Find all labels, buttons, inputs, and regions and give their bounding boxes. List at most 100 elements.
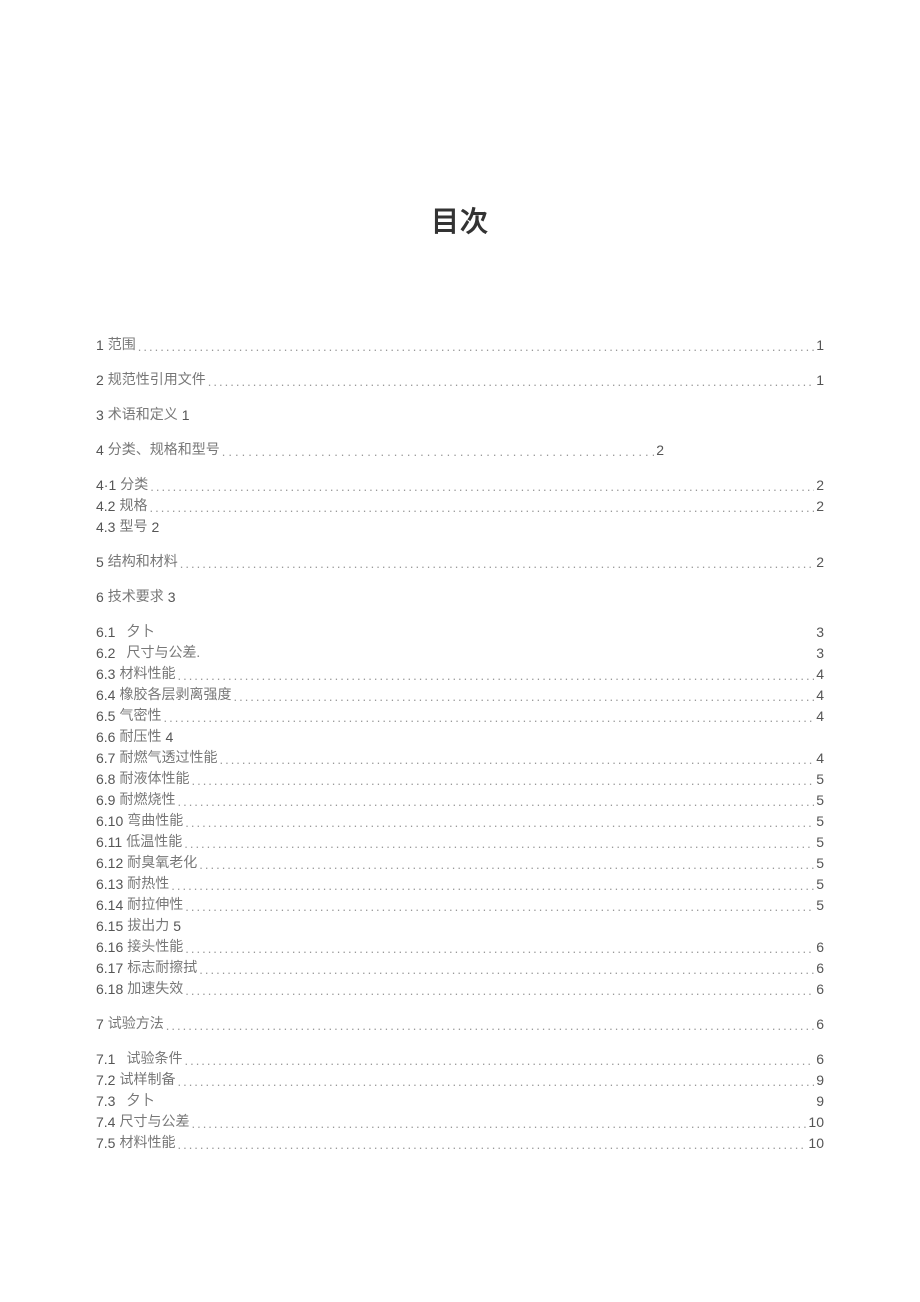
- toc-entry: 6.14耐拉伸性5: [96, 895, 824, 916]
- table-of-contents: 1 范围 1 2规范性引用文件1 3术语和定义1 4分类、规格和型号2 4·1分类24.2规…: [96, 335, 824, 1154]
- toc-leader-dots: [150, 478, 814, 496]
- toc-leader-dots: [177, 1073, 814, 1091]
- page-title: 目次: [96, 200, 824, 240]
- toc-entry-label: 尺寸与公差.: [126, 644, 200, 664]
- toc-entry-label: 低温性能: [126, 833, 182, 853]
- toc-entry-page: 5: [816, 770, 824, 790]
- toc-leader-dots: [177, 793, 814, 811]
- toc-entry: 6.9耐燃烧性5: [96, 790, 824, 811]
- toc-entry-page: 6: [816, 938, 824, 958]
- toc-entry-number: 6.13: [96, 875, 123, 895]
- toc-entry-page: 4: [816, 707, 824, 727]
- toc-entry-label: 接头性能: [127, 938, 183, 958]
- toc-entry: 3术语和定义1: [96, 405, 824, 426]
- toc-leader-dots: [166, 1017, 814, 1035]
- toc-entry-label: 型号: [119, 518, 147, 538]
- toc-entry: 6.18加速失效6: [96, 979, 824, 1000]
- toc-entry: 6.11低温性能 5: [96, 832, 824, 853]
- toc-entry-label: 技术要求: [108, 588, 164, 608]
- toc-entry-number: 6.5: [96, 707, 115, 727]
- toc-entry-page: 9: [816, 1071, 824, 1091]
- toc-entry-page: 1: [816, 336, 824, 356]
- toc-leader-dots: [185, 898, 814, 916]
- toc-entry-page: 4: [816, 749, 824, 769]
- toc-entry-number: 6.7: [96, 749, 115, 769]
- toc-entry-label: 尺寸与公差: [119, 1113, 189, 1133]
- toc-entry-page: 2: [656, 441, 664, 461]
- toc-entry-number: 7.1: [96, 1050, 115, 1070]
- toc-entry: 4.2规格2: [96, 496, 824, 517]
- toc-entry-page: 5: [816, 875, 824, 895]
- toc-leader-dots: [191, 1115, 806, 1133]
- toc-entry-number: 6.1: [96, 623, 115, 643]
- toc-entry: 7.2试样制备 9: [96, 1070, 824, 1091]
- toc-entry: 6.4橡胶各层剥离强度4: [96, 685, 824, 706]
- toc-entry-label: 标志耐擦拭: [127, 959, 197, 979]
- toc-entry-page: 1: [182, 406, 190, 426]
- toc-entry: 6.15拔出力5: [96, 916, 824, 937]
- toc-entry-page: 2: [151, 518, 159, 538]
- toc-entry-label: 试样制备: [119, 1071, 175, 1091]
- toc-entry: 4·1分类2: [96, 475, 824, 496]
- toc-leader-dots: [222, 443, 654, 461]
- toc-entry-label: 拔出力: [127, 917, 169, 937]
- toc-entry-label: 材料性能: [119, 665, 175, 685]
- toc-entry-label: 试验方法: [108, 1015, 164, 1035]
- toc-leader-dots: [163, 709, 814, 727]
- toc-entry-label: 试验条件: [126, 1050, 182, 1070]
- toc-entry-page: 4: [165, 728, 173, 748]
- toc-entry-label: 材料性能: [119, 1134, 175, 1154]
- toc-leader-dots: [149, 499, 814, 517]
- toc-entry: 6.2 尺寸与公差.3: [96, 643, 824, 664]
- toc-entry-number: 7.2: [96, 1071, 115, 1091]
- toc-leader-dots: [171, 877, 814, 895]
- toc-entry-number: 6.14: [96, 896, 123, 916]
- toc-entry-page: 6: [816, 1050, 824, 1070]
- toc-entry-page: 4: [816, 686, 824, 706]
- toc-entry-number: 7: [96, 1015, 104, 1035]
- toc-entry-label: 耐压性: [119, 728, 161, 748]
- toc-entry: 7.1 试验条件 6: [96, 1049, 824, 1070]
- toc-entry-page: 6: [816, 959, 824, 979]
- toc-entry: 4.3型号2: [96, 517, 824, 538]
- toc-leader-dots: [184, 1052, 814, 1070]
- toc-entry-page: 6: [816, 1015, 824, 1035]
- toc-entry: 7.5材料性能 10: [96, 1133, 824, 1154]
- toc-entry-number: 7.4: [96, 1113, 115, 1133]
- toc-entry-page: 9: [816, 1092, 824, 1112]
- toc-entry-label: 耐臭氧老化: [127, 854, 197, 874]
- toc-entry-page: 4: [816, 665, 824, 685]
- toc-entry-number: 6: [96, 588, 104, 608]
- toc-entry-number: 7.5: [96, 1134, 115, 1154]
- toc-entry-label: 范围: [108, 336, 136, 356]
- toc-entry-number: 6.4: [96, 686, 115, 706]
- toc-entry-page: 5: [816, 791, 824, 811]
- toc-entry-label: 加速失效: [127, 980, 183, 1000]
- toc-entry-number: 4·1: [96, 476, 116, 496]
- toc-entry: 2规范性引用文件1: [96, 370, 824, 391]
- toc-entry: 6.1 夕卜3: [96, 622, 824, 643]
- toc-entry-label: 耐液体性能: [119, 770, 189, 790]
- toc-entry: 6.6耐压性4: [96, 727, 824, 748]
- toc-entry-label: 耐拉伸性: [127, 896, 183, 916]
- toc-entry-page: 10: [808, 1134, 824, 1154]
- toc-leader-dots: [185, 982, 814, 1000]
- toc-entry-page: 5: [816, 812, 824, 832]
- toc-entry-number: 6.11: [96, 833, 122, 853]
- document-page: 目次 1范围12规范性引用文件13术语和定义14分类、规格和型号24·1分类24…: [0, 0, 920, 1302]
- toc-entry: 6.8耐液体性能5: [96, 769, 824, 790]
- toc-entry-number: 6.15: [96, 917, 123, 937]
- toc-leader-dots: [185, 814, 814, 832]
- toc-entry-page: 3: [816, 623, 824, 643]
- toc-entry-number: 6.9: [96, 791, 115, 811]
- toc-entry-number: 4.2: [96, 497, 115, 517]
- toc-entry: 5结构和材料2: [96, 552, 824, 573]
- toc-entry-page: 6: [816, 980, 824, 1000]
- toc-leader-dots: [180, 555, 814, 573]
- toc-entry-label: 结构和材料: [108, 553, 178, 573]
- toc-leader-dots: [138, 338, 814, 356]
- toc-entry: 4分类、规格和型号2: [96, 440, 824, 461]
- toc-entry: 6.12耐臭氧老化5: [96, 853, 824, 874]
- toc-entry-page: 5: [816, 833, 824, 853]
- toc-entry-number: 4.3: [96, 518, 115, 538]
